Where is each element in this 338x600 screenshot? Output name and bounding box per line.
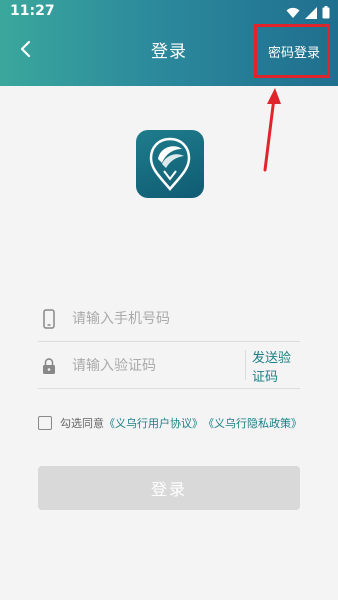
field-divider [245,350,246,380]
phone-icon [40,308,58,330]
nav-bar: 登录 密码登录 [0,24,338,74]
annotation-arrow [263,88,281,172]
agreement-prefix: 勾选同意 [60,417,104,430]
password-login-button[interactable]: 密码登录 [256,24,332,78]
status-bar: 11:27 [0,0,338,24]
lock-icon [40,355,58,377]
agreement-checkbox[interactable] [38,416,52,430]
status-time: 11:27 [10,3,55,19]
app-logo [136,130,204,198]
status-icons [286,4,330,23]
battery-icon [322,4,330,23]
phone-input[interactable] [72,311,222,327]
send-code-button[interactable]: 发送验证码 [252,344,300,388]
code-input[interactable] [72,358,222,374]
header: 11:27 登录 密码登录 [0,0,338,86]
user-agreement-link[interactable]: 《义乌行用户协议》 [104,415,203,431]
privacy-policy-link[interactable]: 《义乌行隐私政策》 [203,415,302,431]
login-button[interactable]: 登录 [38,466,300,510]
code-field-row: 发送验证码 [38,344,300,389]
phone-field-row [38,297,300,342]
agreement-row: 勾选同意 《义乌行用户协议》 《义乌行隐私政策》 [38,413,338,433]
signal-icon [305,4,317,23]
wifi-icon [286,4,300,23]
